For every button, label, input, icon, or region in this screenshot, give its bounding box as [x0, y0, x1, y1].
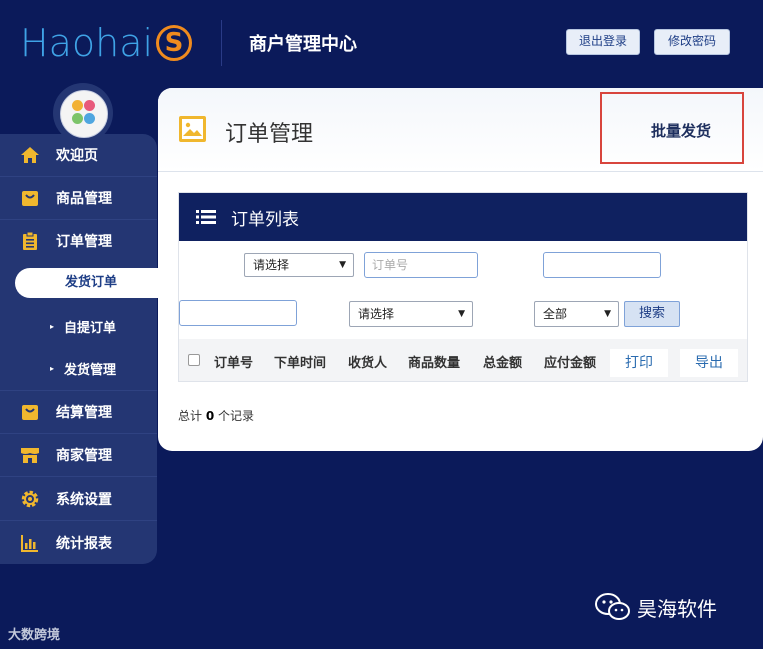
main-card: 订单管理 批量发货 订单列表 请选择 ▼ 订单号 请选择 ▼ 全部 ▼ 搜索 订…: [158, 88, 763, 451]
export-button[interactable]: 导出: [680, 349, 738, 377]
chevron-down-icon: ▼: [604, 309, 611, 319]
column-header: 收货人: [348, 356, 388, 371]
print-button[interactable]: 打印: [610, 349, 668, 377]
avatar-petal: [72, 100, 83, 111]
sidebar-item-products[interactable]: 商品管理: [0, 177, 157, 220]
search-button[interactable]: 搜索: [624, 301, 680, 327]
filter-input-3[interactable]: [179, 300, 297, 326]
bulk-ship-button[interactable]: 批量发货: [651, 120, 711, 141]
total-suffix: 个记录: [218, 409, 255, 423]
sidebar-item-label: 欢迎页: [56, 148, 98, 164]
order-list-panel: 订单列表 请选择 ▼ 订单号 请选择 ▼ 全部 ▼ 搜索 订单号 下单时间 收货…: [178, 192, 748, 382]
bar-chart-icon: [20, 533, 40, 553]
chevron-down-icon: ▼: [458, 309, 465, 319]
sidebar-item-label: 商品管理: [56, 191, 112, 207]
sidebar-item-label: 商家管理: [56, 448, 112, 464]
column-header: 商品数量: [408, 356, 461, 371]
avatar-petal: [84, 100, 95, 111]
sidebar-item-reports[interactable]: 统计报表: [0, 522, 157, 564]
bullet-icon: ▸: [50, 321, 55, 331]
filter-select-1[interactable]: 请选择 ▼: [244, 253, 354, 277]
select-value: 全部: [543, 307, 568, 321]
brand-logo: Haohai S: [20, 21, 193, 65]
logo-text: Haohai: [20, 21, 154, 65]
record-total: 总计 0 个记录: [178, 407, 254, 424]
column-header: 总金额: [483, 356, 523, 371]
watermark-left: 大数跨境: [8, 624, 60, 643]
home-icon: [20, 145, 40, 165]
sidebar-item-system-settings[interactable]: 系统设置: [0, 478, 157, 521]
column-header: 订单号: [214, 356, 254, 371]
select-value: 请选择: [253, 258, 290, 272]
wechat-watermark: 昊海软件: [595, 592, 717, 622]
order-number-input[interactable]: 订单号: [364, 252, 478, 278]
header-divider: [221, 20, 222, 66]
filter-input-2[interactable]: [543, 252, 661, 278]
input-placeholder: 订单号: [372, 258, 409, 272]
total-count: 0: [205, 409, 215, 423]
gear-icon: [20, 489, 40, 509]
store-icon: [20, 445, 40, 465]
sidebar-item-label: 结算管理: [56, 405, 112, 421]
column-header: 下单时间: [274, 356, 327, 371]
sidebar-item-orders[interactable]: 订单管理: [0, 220, 157, 262]
avatar-petal: [84, 113, 95, 124]
shopping-bag-icon: [20, 188, 40, 208]
logo-mark: S: [156, 25, 193, 61]
sidebar-item-label: 订单管理: [56, 234, 112, 250]
total-prefix: 总计: [178, 409, 203, 423]
page-title: 订单管理: [225, 122, 314, 147]
sidebar-item-settlement[interactable]: 结算管理: [0, 390, 157, 434]
sidebar-subitem-ship-orders[interactable]: 发货订单: [15, 268, 165, 298]
sidebar-item-label: 统计报表: [56, 536, 112, 552]
sidebar-item-welcome[interactable]: 欢迎页: [0, 134, 157, 177]
wechat-icon: [595, 593, 630, 620]
list-icon: [196, 210, 216, 224]
sidebar-subitem-label: 自提订单: [64, 320, 117, 336]
chevron-down-icon: ▼: [339, 260, 346, 270]
select-all-checkbox[interactable]: [188, 354, 200, 366]
sidebar-subitem-label: 发货订单: [65, 275, 118, 290]
select-value: 请选择: [358, 307, 395, 321]
watermark-text: 大数跨境: [8, 628, 61, 643]
panel-header: 订单列表: [179, 193, 747, 241]
sidebar-subitem-pickup-orders[interactable]: ▸ 自提订单: [0, 308, 157, 344]
bullet-icon: ▸: [50, 363, 55, 373]
header-title: 商户管理中心: [249, 34, 357, 55]
wechat-account-name: 昊海软件: [637, 596, 717, 621]
filter-select-2[interactable]: 请选择 ▼: [349, 301, 473, 327]
change-password-button[interactable]: 修改密码: [654, 29, 730, 55]
logout-button[interactable]: 退出登录: [566, 29, 640, 55]
column-header: 应付金额: [544, 356, 597, 371]
status-select[interactable]: 全部 ▼: [534, 301, 619, 327]
sidebar-item-label: 系统设置: [56, 492, 112, 508]
avatar[interactable]: [60, 90, 108, 138]
sidebar-item-merchant[interactable]: 商家管理: [0, 434, 157, 477]
sidebar-subitem-label: 发货管理: [64, 362, 117, 378]
shopping-bag-icon: [20, 402, 40, 422]
table-header: 订单号 下单时间 收货人 商品数量 总金额 应付金额 打印 导出: [179, 339, 747, 381]
panel-title: 订单列表: [231, 210, 299, 230]
clipboard-icon: [20, 231, 40, 251]
sidebar-subitem-ship-management[interactable]: ▸ 发货管理: [0, 350, 157, 386]
image-icon: [179, 116, 206, 142]
avatar-petal: [72, 113, 83, 124]
